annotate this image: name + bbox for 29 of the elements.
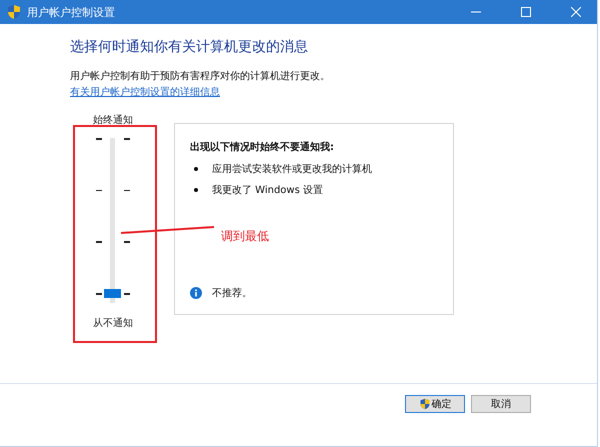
maximize-icon[interactable] <box>521 7 531 17</box>
tick-mark <box>96 138 102 140</box>
tick-mark <box>124 293 130 294</box>
info-title: 出现以下情况时始终不要通知我: <box>190 140 335 154</box>
slider-bottom-label: 从不通知 <box>93 316 133 330</box>
shield-icon <box>6 4 22 20</box>
tick-mark <box>124 190 130 192</box>
tick-mark <box>124 138 130 140</box>
page-heading: 选择何时通知你有关计算机更改的消息 <box>70 38 308 56</box>
slider-thumb[interactable] <box>104 289 121 298</box>
bullet-text: 我更改了 Windows 设置 <box>212 184 323 197</box>
details-link[interactable]: 有关用户帐户控制设置的详细信息 <box>70 85 220 99</box>
description-text: 用户帐户控制有助于预防有害程序对你的计算机进行更改。 <box>70 70 330 83</box>
bullet-icon <box>194 167 198 171</box>
close-icon[interactable] <box>571 7 581 17</box>
dialog-button[interactable]: 取消 <box>471 395 531 413</box>
tick-mark <box>96 241 102 243</box>
shield-icon <box>418 398 430 410</box>
tick-mark <box>124 241 130 243</box>
tick-mark <box>96 293 102 294</box>
dialog-button[interactable]: 确定 <box>405 395 465 413</box>
window-title: 用户帐户控制设置 <box>27 4 115 20</box>
slider-top-label: 始终通知 <box>93 114 133 127</box>
bullet-icon <box>194 188 198 192</box>
annotation-text: 调到最低 <box>221 228 269 245</box>
bullet-text: 应用尝试安装软件或更改我的计算机 <box>212 162 372 176</box>
tick-mark <box>96 190 102 192</box>
info-icon <box>190 287 202 299</box>
note-text: 不推荐。 <box>212 286 252 300</box>
